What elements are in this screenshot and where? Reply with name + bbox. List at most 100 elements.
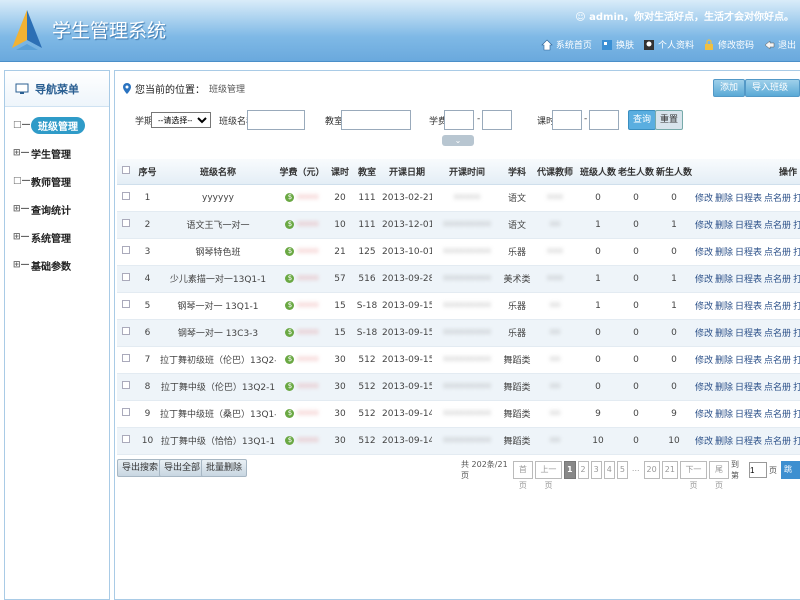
hours-max-input[interactable] [589,110,619,130]
goto-page-input[interactable] [748,462,767,478]
print-link[interactable]: 打印 [793,275,800,285]
schedule-link[interactable]: 日程表 [735,383,762,393]
fee-min-input[interactable] [444,110,474,130]
delete-link[interactable]: 删除 [715,194,733,204]
pager-page-20[interactable]: 20 [643,461,660,479]
print-link[interactable]: 打印 [793,383,800,393]
pager-page-5[interactable]: 5 [616,461,628,479]
edit-link[interactable]: 修改 [695,383,713,393]
delete-link[interactable]: 删除 [715,248,733,258]
edit-link[interactable]: 修改 [695,194,713,204]
delete-link[interactable]: 删除 [715,410,733,420]
roll-call-link[interactable]: 点名册 [764,356,791,366]
pager-last[interactable]: 尾页 [708,461,729,490]
fee-max-input[interactable] [482,110,512,130]
schedule-link[interactable]: 日程表 [735,356,762,366]
print-link[interactable]: 打印 [793,356,800,366]
sidebar-item-query-statistics[interactable]: ⊞— 查询统计 [5,195,109,223]
search-button[interactable]: 查询 [628,110,657,130]
roll-call-link[interactable]: 点名册 [764,383,791,393]
row-checkbox[interactable] [117,400,135,428]
edit-link[interactable]: 修改 [695,302,713,312]
print-link[interactable]: 打印 [793,302,800,312]
delete-link[interactable]: 删除 [715,437,733,447]
schedule-link[interactable]: 日程表 [735,194,762,204]
select-all-checkbox[interactable] [117,159,135,185]
sidebar-item-basic-parameters[interactable]: ⊞— 基础参数 [5,251,109,279]
row-checkbox[interactable] [117,184,135,212]
delete-link[interactable]: 删除 [715,329,733,339]
export-all-button[interactable]: 导出全部 [159,459,206,477]
batch-delete-button[interactable]: 批量删除 [201,459,248,477]
sidebar-item-class-management[interactable]: □— 班级管理 [5,111,109,139]
pager-prev[interactable]: 上一页 [534,461,562,490]
profile-link[interactable]: 个人资料 [643,38,694,51]
row-checkbox[interactable] [117,292,135,320]
reset-button[interactable]: 重置 [655,110,684,130]
sidebar-item-teacher-management[interactable]: □— 教师管理 [5,167,109,195]
roll-call-link[interactable]: 点名册 [764,248,791,258]
row-checkbox[interactable] [117,427,135,455]
skin-link[interactable]: 换肤 [601,38,634,51]
row-checkbox[interactable] [117,319,135,347]
add-button[interactable]: 添加 [713,79,746,97]
schedule-link[interactable]: 日程表 [735,248,762,258]
edit-link[interactable]: 修改 [695,410,713,420]
pager-first[interactable]: 首页 [512,461,533,490]
classroom-input[interactable] [341,110,411,130]
term-select[interactable]: --请选择-- [151,112,211,128]
goto-button[interactable]: 跳转 [780,461,800,492]
print-link[interactable]: 打印 [793,410,800,420]
logout-link[interactable]: 退出 [763,38,796,51]
sidebar-item-system-management[interactable]: ⊞— 系统管理 [5,223,109,251]
print-link[interactable]: 打印 [793,248,800,258]
roll-call-link[interactable]: 点名册 [764,221,791,231]
class-name-input[interactable] [247,110,305,130]
edit-link[interactable]: 修改 [695,329,713,339]
print-link[interactable]: 打印 [793,329,800,339]
import-class-button[interactable]: 导入班级信息 [745,79,800,109]
edit-link[interactable]: 修改 [695,437,713,447]
pager-page-4[interactable]: 4 [603,461,615,479]
change-password-link[interactable]: 修改密码 [703,38,754,51]
delete-link[interactable]: 删除 [715,302,733,312]
row-checkbox[interactable] [117,238,135,266]
sidebar-item-student-management[interactable]: ⊞— 学生管理 [5,139,109,167]
roll-call-link[interactable]: 点名册 [764,275,791,285]
schedule-link[interactable]: 日程表 [735,410,762,420]
row-checkbox[interactable] [117,265,135,293]
roll-call-link[interactable]: 点名册 [764,302,791,312]
edit-link[interactable]: 修改 [695,275,713,285]
hours-min-input[interactable] [552,110,582,130]
collapse-filter-toggle[interactable]: ⌄ [442,135,474,146]
pager-page-1[interactable]: 1 [563,461,576,479]
schedule-link[interactable]: 日程表 [735,329,762,339]
schedule-link[interactable]: 日程表 [735,221,762,231]
pager-next[interactable]: 下一页 [679,461,707,490]
home-link[interactable]: 系统首页 [541,38,592,51]
schedule-link[interactable]: 日程表 [735,275,762,285]
roll-call-link[interactable]: 点名册 [764,329,791,339]
edit-link[interactable]: 修改 [695,356,713,366]
row-checkbox[interactable] [117,373,135,401]
schedule-link[interactable]: 日程表 [735,302,762,312]
roll-call-link[interactable]: 点名册 [764,410,791,420]
roll-call-link[interactable]: 点名册 [764,437,791,447]
pager-page-3[interactable]: 3 [590,461,602,479]
delete-link[interactable]: 删除 [715,221,733,231]
edit-link[interactable]: 修改 [695,248,713,258]
roll-call-link[interactable]: 点名册 [764,194,791,204]
schedule-link[interactable]: 日程表 [735,437,762,447]
delete-link[interactable]: 删除 [715,356,733,366]
delete-link[interactable]: 删除 [715,275,733,285]
row-checkbox[interactable] [117,346,135,374]
row-checkbox[interactable] [117,211,135,239]
delete-link[interactable]: 删除 [715,383,733,393]
print-link[interactable]: 打印 [793,194,800,204]
edit-link[interactable]: 修改 [695,221,713,231]
print-link[interactable]: 打印 [793,437,800,447]
export-search-button[interactable]: 导出搜索 [117,459,164,477]
pager-page-21[interactable]: 21 [661,461,678,479]
pager-page-2[interactable]: 2 [577,461,589,479]
print-link[interactable]: 打印 [793,221,800,231]
